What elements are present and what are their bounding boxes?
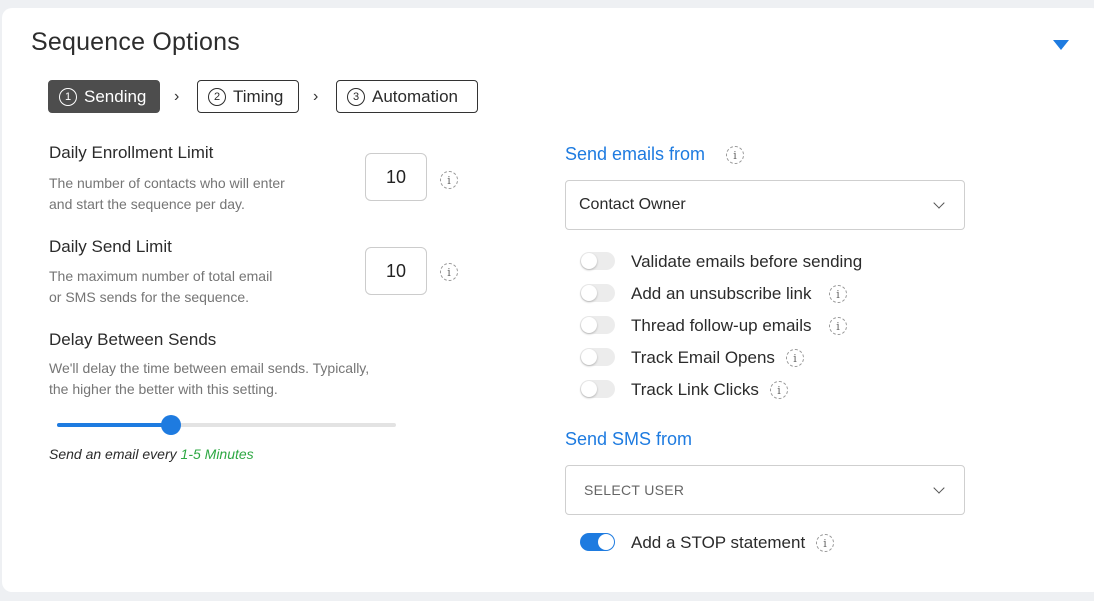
toggle-label: Add an unsubscribe link xyxy=(631,284,812,303)
toggle-validate-emails[interactable] xyxy=(580,252,615,270)
sms-from-title: Send SMS from xyxy=(565,429,693,449)
step-label: Sending xyxy=(84,86,147,106)
toggle-label: Track Link Clicks xyxy=(631,380,759,399)
select-placeholder: SELECT USER xyxy=(584,482,685,498)
sms-from-select[interactable]: SELECT USER xyxy=(565,465,965,515)
info-icon[interactable]: i xyxy=(770,381,788,399)
step-number: 2 xyxy=(208,87,226,106)
enrollment-limit-description: The number of contacts who will enter an… xyxy=(49,173,285,215)
info-icon[interactable]: i xyxy=(816,534,834,552)
email-from-select[interactable]: Contact Owner xyxy=(565,180,965,230)
page-title: Sequence Options xyxy=(31,28,240,56)
toggle-knob xyxy=(581,349,597,365)
description-line: The maximum number of total email xyxy=(49,268,273,284)
info-icon[interactable]: i xyxy=(829,317,847,335)
step-timing[interactable]: 2 Timing xyxy=(197,80,299,113)
chevron-down-icon xyxy=(933,197,945,209)
delay-slider[interactable] xyxy=(57,415,396,435)
caption-prefix: Send an email every xyxy=(49,446,181,462)
step-label: Automation xyxy=(372,86,458,106)
step-number: 3 xyxy=(347,87,365,106)
enrollment-limit-input[interactable]: 10 xyxy=(365,153,427,201)
slider-thumb[interactable] xyxy=(160,415,181,435)
send-limit-description: The maximum number of total email or SMS… xyxy=(49,266,272,308)
email-from-title: Send emails from xyxy=(565,144,706,164)
toggle-label: Validate emails before sending xyxy=(631,252,863,271)
triangle-down-icon[interactable] xyxy=(1053,40,1069,50)
enrollment-limit-label: Daily Enrollment Limit xyxy=(49,143,214,162)
delay-caption: Send an email every 1-5 Minutes xyxy=(49,446,254,462)
info-icon[interactable]: i xyxy=(829,285,847,303)
toggle-thread-followup[interactable] xyxy=(580,316,615,334)
toggle-knob xyxy=(581,381,597,397)
description-line: We'll delay the time between email sends… xyxy=(49,360,370,376)
toggle-stop-statement[interactable] xyxy=(580,533,615,551)
select-value: Contact Owner xyxy=(579,196,686,213)
chevron-right-icon: › xyxy=(313,88,319,105)
slider-fill xyxy=(57,423,171,427)
toggle-knob xyxy=(598,534,614,550)
info-icon[interactable]: i xyxy=(440,171,458,189)
description-line: or SMS sends for the sequence. xyxy=(49,289,249,305)
toggle-label: Track Email Opens xyxy=(631,348,775,367)
delay-description: We'll delay the time between email sends… xyxy=(49,358,369,400)
info-icon[interactable]: i xyxy=(726,146,744,164)
description-line: The number of contacts who will enter xyxy=(49,175,285,191)
send-limit-input[interactable]: 10 xyxy=(365,247,427,295)
toggle-knob xyxy=(581,317,597,333)
toggle-knob xyxy=(581,285,597,301)
toggle-unsubscribe-link[interactable] xyxy=(580,284,615,302)
info-icon[interactable]: i xyxy=(786,349,804,367)
chevron-right-icon: › xyxy=(174,88,180,105)
step-label: Timing xyxy=(233,86,284,106)
toggle-knob xyxy=(581,253,597,269)
description-line: the higher the better with this setting. xyxy=(49,381,278,397)
step-automation[interactable]: 3 Automation xyxy=(336,80,478,113)
step-number: 1 xyxy=(59,87,77,106)
description-line: and start the sequence per day. xyxy=(49,196,245,212)
send-limit-label: Daily Send Limit xyxy=(49,237,172,256)
caption-value: 1-5 Minutes xyxy=(180,446,254,462)
toggle-track-opens[interactable] xyxy=(580,348,615,366)
step-sending[interactable]: 1 Sending xyxy=(48,80,160,113)
chevron-down-icon xyxy=(933,482,945,494)
toggle-track-clicks[interactable] xyxy=(580,380,615,398)
info-icon[interactable]: i xyxy=(440,263,458,281)
delay-label: Delay Between Sends xyxy=(49,330,217,349)
toggle-label: Thread follow-up emails xyxy=(631,316,812,335)
toggle-label: Add a STOP statement xyxy=(631,533,806,552)
